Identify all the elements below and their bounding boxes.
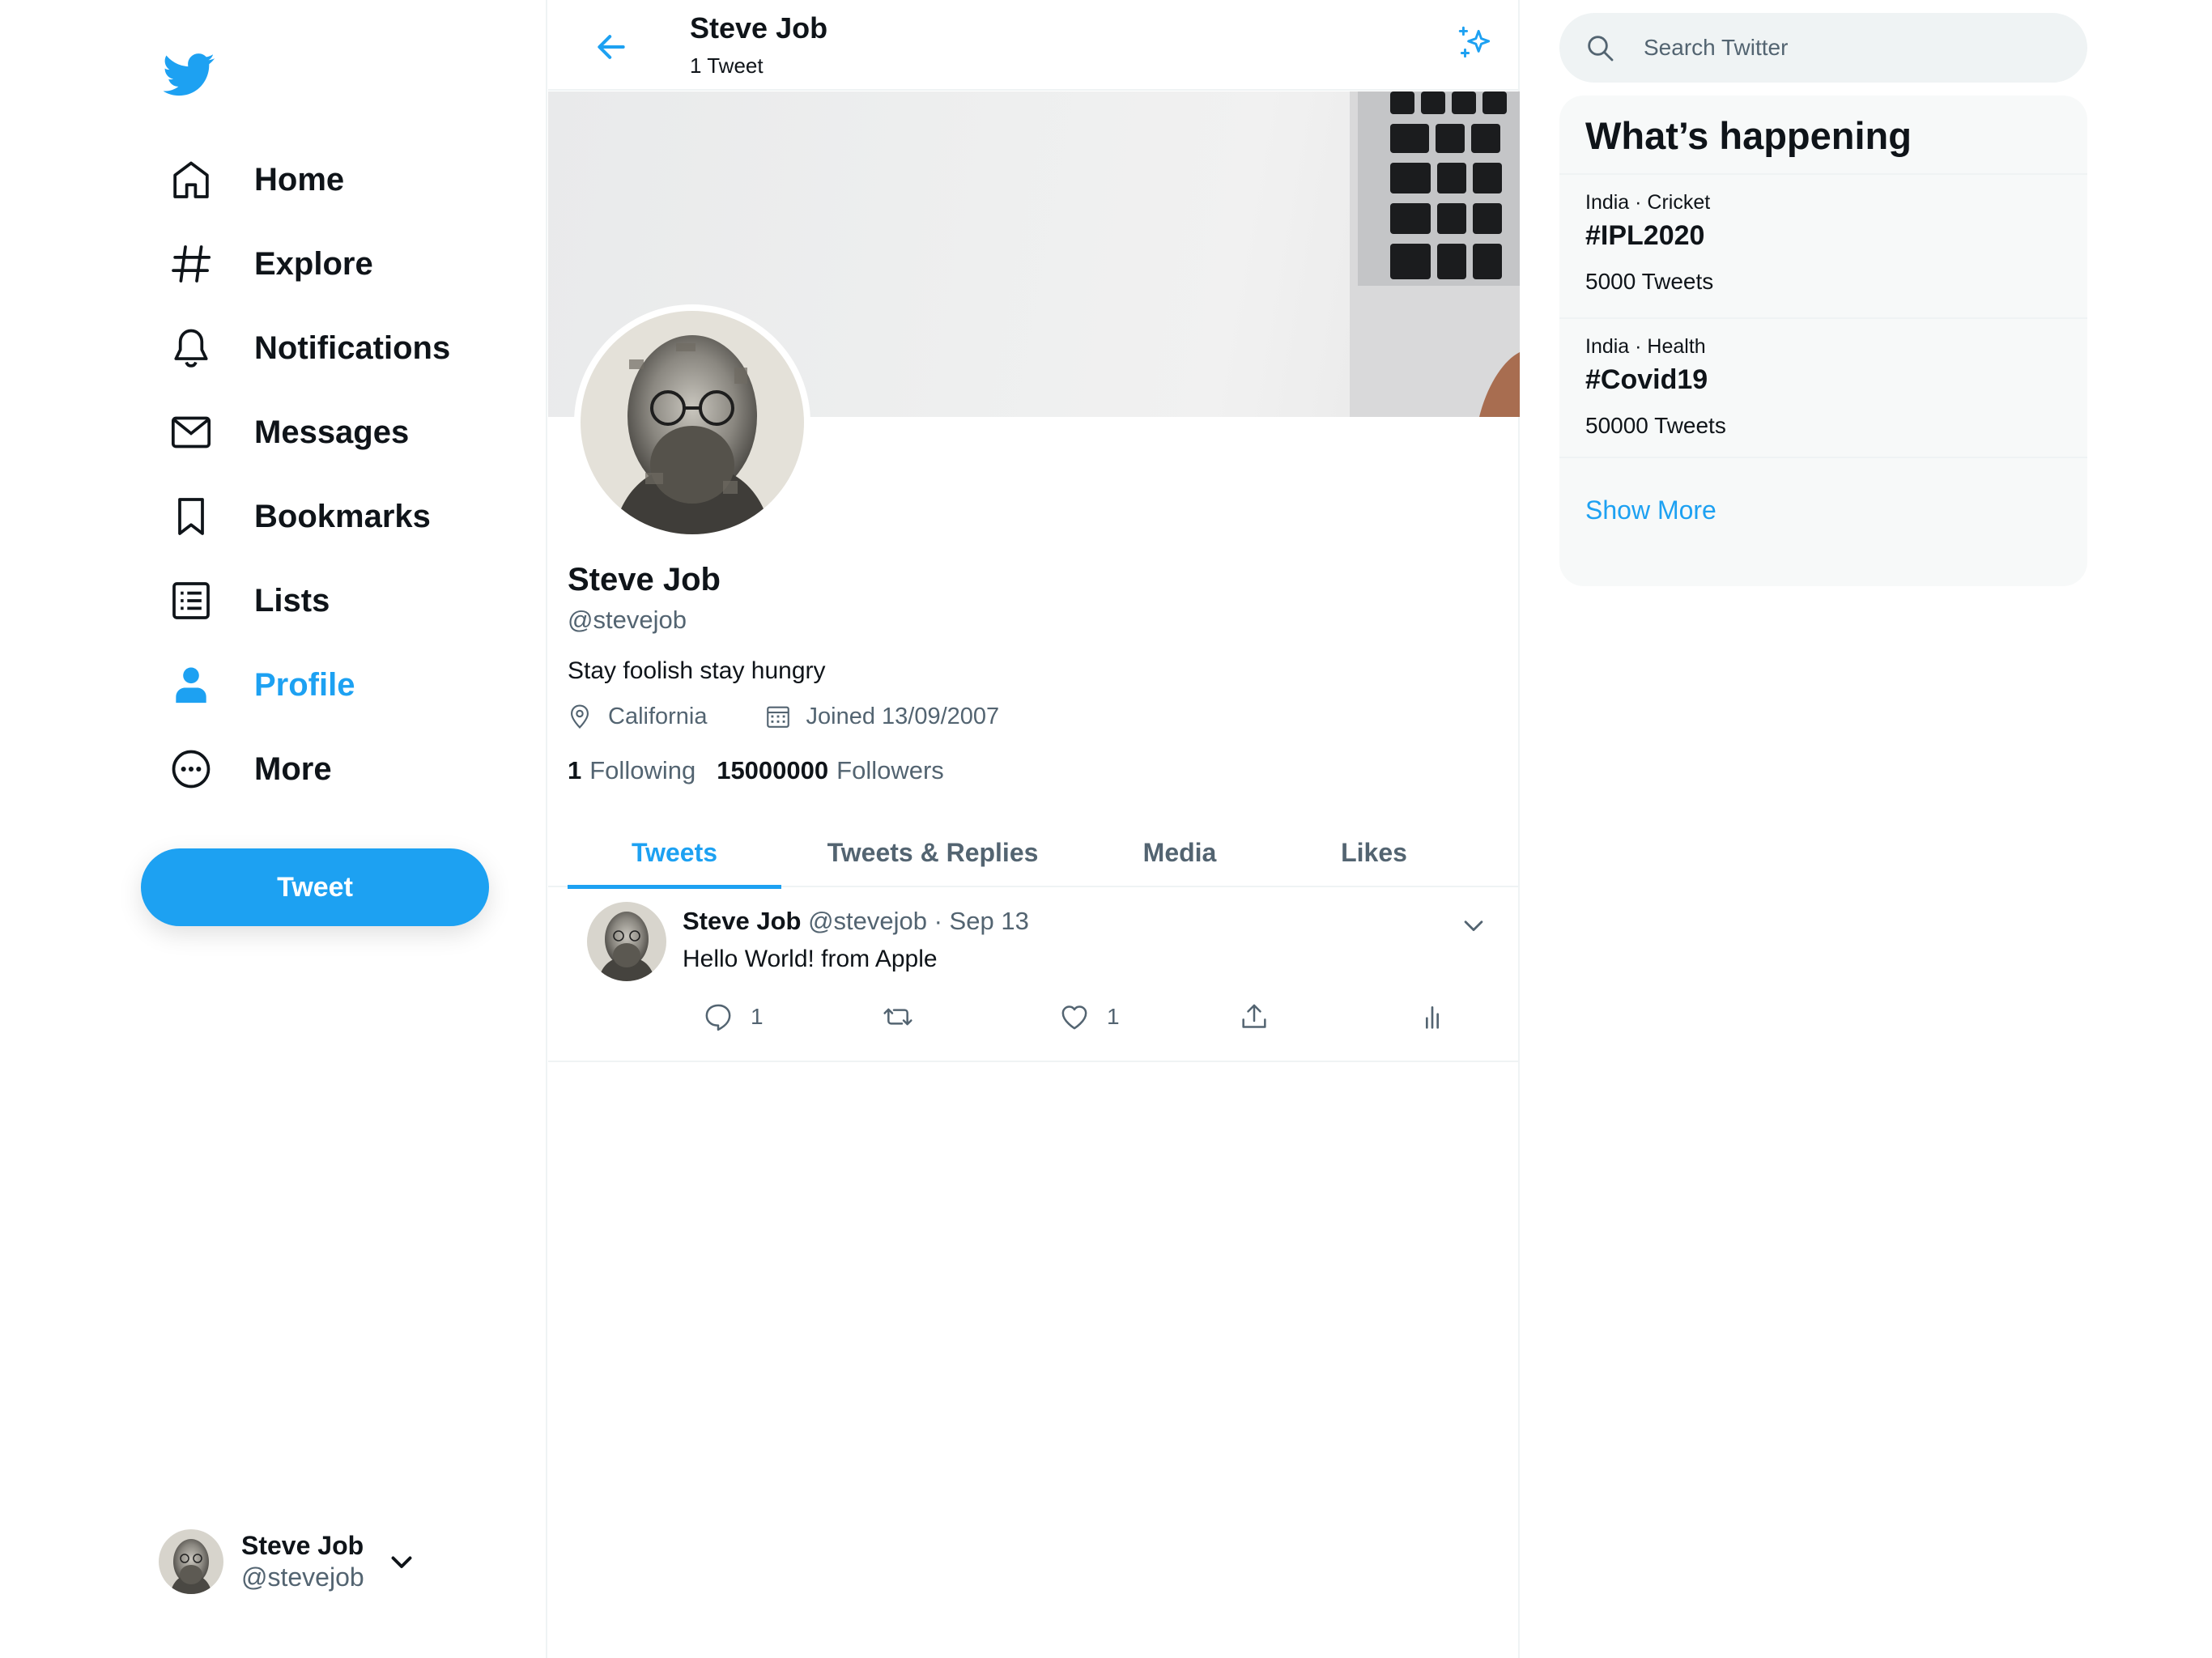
- retweet-button[interactable]: [882, 1001, 930, 1033]
- profile-joined: Joined 13/09/2007: [764, 703, 1000, 730]
- calendar-icon: [766, 706, 789, 728]
- reply-button[interactable]: 1: [702, 1001, 764, 1033]
- nav-item-explore[interactable]: Explore: [167, 222, 523, 306]
- more-circle-icon: [167, 745, 215, 793]
- trend-category: India · Cricket: [1585, 191, 1711, 214]
- location-pin-icon: [571, 704, 589, 729]
- account-text: Steve Job @stevejob: [241, 1531, 364, 1592]
- list-icon: [167, 576, 215, 625]
- tweet-author-name[interactable]: Steve Job: [683, 907, 801, 935]
- tab-media[interactable]: Media: [1107, 818, 1253, 887]
- nav-item-lists[interactable]: Lists: [167, 559, 523, 643]
- sparkle-icon[interactable]: [1455, 23, 1495, 63]
- nav-label-bookmarks: Bookmarks: [254, 498, 431, 534]
- profile-bio: Stay foolish stay hungry: [568, 657, 826, 684]
- followers-label: Followers: [836, 756, 944, 784]
- tab-likes[interactable]: Likes: [1301, 818, 1447, 887]
- chevron-down-icon[interactable]: [387, 1547, 416, 1576]
- heart-icon: [1061, 1005, 1087, 1030]
- tab-tweets[interactable]: Tweets: [568, 818, 781, 889]
- account-switcher[interactable]: Steve Job @stevejob: [159, 1527, 450, 1596]
- like-button[interactable]: 1: [1058, 1001, 1120, 1033]
- trend-count: 5000 Tweets: [1585, 269, 1714, 294]
- analytics-icon: [1426, 1006, 1439, 1029]
- profile-stats: 1 Following 15000000 Followers: [568, 756, 965, 785]
- nav-label-lists: Lists: [254, 582, 330, 619]
- following-count: 1: [568, 756, 582, 784]
- twitter-bird-icon[interactable]: [162, 49, 215, 100]
- nav-item-home[interactable]: Home: [167, 138, 523, 222]
- location-text: California: [608, 703, 708, 729]
- primary-nav: Home Explore Notifications Messages Book…: [167, 138, 523, 811]
- avatar[interactable]: [587, 902, 666, 981]
- followers-link[interactable]: 15000000 Followers: [717, 756, 944, 785]
- nav-item-bookmarks[interactable]: Bookmarks: [167, 474, 523, 559]
- share-button[interactable]: [1238, 1001, 1287, 1033]
- trend-item[interactable]: India · Cricket #IPL2020 5000 Tweets: [1559, 173, 2087, 317]
- retweet-icon: [883, 1008, 912, 1026]
- nav-label-more: More: [254, 750, 332, 787]
- profile-tabs: Tweets Tweets & Replies Media Likes: [548, 818, 1520, 889]
- main-column: Steve Job 1 Tweet Steve Job @stevejob St…: [548, 0, 1520, 1658]
- trend-item[interactable]: India · Health #Covid19 50000 Tweets: [1559, 317, 2087, 461]
- like-count: 1: [1107, 1004, 1120, 1029]
- trends-panel: What’s happening India · Cricket #IPL202…: [1559, 96, 2087, 586]
- reply-icon: [705, 1004, 731, 1031]
- trends-title: What’s happening: [1585, 114, 1912, 157]
- show-more-link[interactable]: Show More: [1559, 457, 2087, 562]
- profile-location: California: [566, 703, 708, 730]
- hashtag-icon: [167, 240, 215, 288]
- tweet-header: Steve Job @stevejob · Sep 13: [683, 907, 1029, 936]
- search-box[interactable]: [1559, 13, 2087, 83]
- reply-count: 1: [751, 1004, 764, 1029]
- avatar: [159, 1529, 223, 1594]
- nav-item-profile[interactable]: Profile: [167, 643, 523, 727]
- nav-label-explore: Explore: [254, 245, 373, 282]
- chevron-down-icon[interactable]: [1460, 912, 1487, 939]
- nav-label-messages: Messages: [254, 414, 410, 450]
- tab-tweets-replies[interactable]: Tweets & Replies: [815, 818, 1050, 887]
- trend-category: India · Health: [1585, 335, 1706, 358]
- nav-item-more[interactable]: More: [167, 727, 523, 811]
- profile-name: Steve Job: [568, 562, 721, 597]
- right-sidebar: What’s happening India · Cricket #IPL202…: [1521, 0, 2212, 1658]
- back-arrow-icon[interactable]: [593, 29, 629, 65]
- profile-handle: @stevejob: [568, 606, 687, 634]
- envelope-icon: [167, 408, 215, 457]
- tweet-count: 1 Tweet: [690, 53, 764, 78]
- trend-hashtag: #Covid19: [1585, 364, 1708, 395]
- followers-count: 15000000: [717, 756, 829, 784]
- nav-item-notifications[interactable]: Notifications: [167, 306, 523, 390]
- trend-hashtag: #IPL2020: [1585, 220, 1705, 251]
- tweet-actions: 1 1: [548, 1001, 1520, 1041]
- bell-icon: [167, 324, 215, 372]
- left-sidebar: Home Explore Notifications Messages Book…: [0, 0, 547, 1658]
- nav-label-home: Home: [254, 161, 345, 198]
- bookmark-icon: [167, 492, 215, 541]
- tweet-button[interactable]: Tweet: [141, 848, 489, 926]
- profile-header: Steve Job 1 Tweet: [548, 0, 1520, 91]
- joined-text: Joined 13/09/2007: [806, 703, 1000, 729]
- tweet-card[interactable]: Steve Job @stevejob · Sep 13 Hello World…: [548, 889, 1520, 1062]
- profile-meta: California Joined 13/09/2007: [566, 703, 1056, 730]
- search-icon: [1588, 36, 1614, 62]
- trend-count: 50000 Tweets: [1585, 413, 1726, 438]
- tweet-text: Hello World! from Apple: [683, 946, 938, 972]
- user-icon: [167, 661, 215, 709]
- nav-label-profile: Profile: [254, 666, 355, 703]
- account-name: Steve Job: [241, 1531, 364, 1560]
- tweet-meta: @stevejob · Sep 13: [808, 907, 1029, 935]
- nav-label-notifications: Notifications: [254, 329, 451, 366]
- nav-item-messages[interactable]: Messages: [167, 390, 523, 474]
- share-icon: [1242, 1004, 1266, 1028]
- profile-avatar[interactable]: [574, 304, 810, 541]
- search-input[interactable]: [1644, 35, 2065, 61]
- following-link[interactable]: 1 Following: [568, 756, 696, 785]
- home-icon: [167, 155, 215, 204]
- account-handle: @stevejob: [241, 1562, 364, 1592]
- analytics-button[interactable]: [1416, 1001, 1465, 1033]
- page-title: Steve Job: [690, 11, 828, 45]
- following-label: Following: [589, 756, 696, 784]
